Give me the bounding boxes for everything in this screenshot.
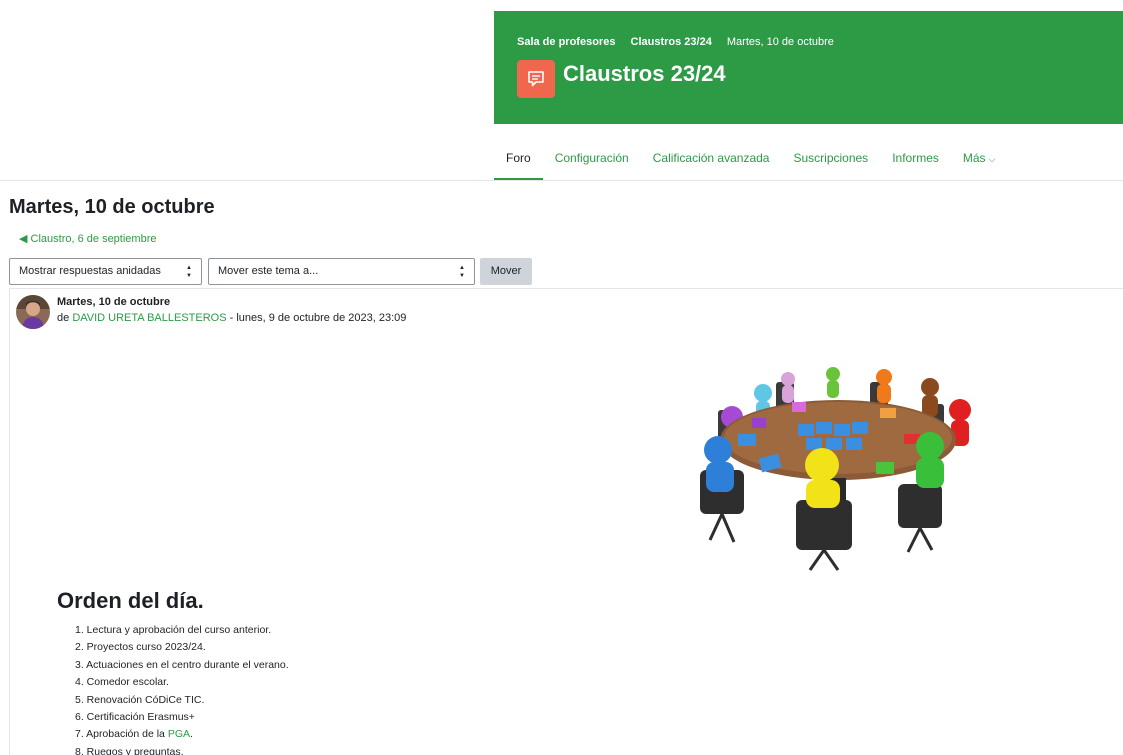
breadcrumb-item-course[interactable]: Sala de profesores: [517, 36, 615, 48]
list-item: 5. Renovación CóDiCe TIC.: [75, 693, 205, 706]
meeting-illustration: [680, 360, 990, 575]
move-discussion-select[interactable]: Mover este tema a... ▲ ▼: [208, 258, 475, 285]
tab-label: Informes: [892, 151, 939, 165]
list-item: 1. Lectura y aprobación del curso anteri…: [75, 624, 272, 636]
select-arrows-icon: ▲ ▼: [186, 265, 192, 279]
previous-discussion-link[interactable]: ◀ Claustro, 6 de septiembre: [19, 232, 156, 245]
tab-label: Calificación avanzada: [652, 151, 770, 165]
forum-icon: [517, 60, 555, 98]
byline-prefix: de: [57, 312, 70, 324]
divider: [9, 288, 1123, 289]
display-mode-select[interactable]: Mostrar respuestas anidadas ▲ ▼: [9, 258, 202, 285]
post-subject: Martes, 10 de octubre: [57, 296, 171, 308]
discussion-title: Martes, 10 de octubre: [9, 196, 215, 218]
breadcrumb: Sala de profesores Claustros 23/24 Marte…: [517, 36, 846, 48]
post-date: - lunes, 9 de octubre de 2023, 23:09: [226, 312, 407, 324]
move-button[interactable]: Mover: [480, 258, 532, 285]
agenda-heading: Orden del día.: [57, 588, 204, 613]
previous-discussion-label: Claustro, 6 de septiembre: [30, 233, 157, 245]
tab-suscripciones[interactable]: Suscripciones: [781, 138, 880, 180]
tab-configuracion[interactable]: Configuración: [543, 138, 641, 180]
secondary-navigation: Foro Configuración Calificación avanzada…: [494, 138, 1007, 180]
list-item: 7. Aprobación de la PGA.: [75, 726, 289, 743]
breadcrumb-item-forum[interactable]: Claustros 23/24: [631, 36, 712, 48]
list-item: 8. Ruegos y preguntas.: [75, 745, 184, 755]
tab-mas[interactable]: Más ⌵: [951, 138, 1008, 180]
tab-label: Configuración: [554, 151, 629, 165]
avatar[interactable]: [16, 295, 50, 329]
list-item: 2. Proyectos curso 2023/24.: [75, 641, 206, 654]
author-link[interactable]: DAVID URETA BALLESTEROS: [72, 312, 226, 324]
list-item: 4. Comedor escolar.: [75, 676, 169, 689]
breadcrumb-item-discussion: Martes, 10 de octubre: [726, 36, 834, 48]
page-title: Claustros 23/24: [563, 61, 726, 86]
chevron-down-icon: ⌵: [988, 154, 996, 164]
post-byline: de DAVID URETA BALLESTEROS - lunes, 9 de…: [57, 312, 406, 324]
divider: [9, 288, 10, 755]
tab-label: Más: [962, 151, 986, 165]
agenda-list: 1. Lectura y aprobación del curso anteri…: [75, 622, 289, 755]
page-header: Sala de profesores Claustros 23/24 Marte…: [494, 11, 1123, 124]
list-item: 6. Certificación Erasmus+: [75, 711, 195, 724]
list-item-text: .: [190, 728, 193, 741]
pga-link[interactable]: PGA: [168, 728, 190, 740]
tab-label: Foro: [506, 151, 531, 165]
caret-left-icon: ◀: [19, 233, 28, 245]
tab-label: Suscripciones: [793, 151, 869, 165]
select-arrows-icon: ▲ ▼: [459, 265, 465, 279]
tab-calificacion-avanzada[interactable]: Calificación avanzada: [641, 138, 782, 180]
move-discussion-value: Mover este tema a...: [218, 265, 319, 277]
divider: [0, 180, 1123, 181]
display-mode-value: Mostrar respuestas anidadas: [19, 265, 161, 277]
list-item-text: 7. Aprobación de la: [75, 728, 168, 741]
list-item: 3. Actuaciones en el centro durante el v…: [75, 658, 289, 671]
tab-foro[interactable]: Foro: [494, 138, 543, 180]
tab-informes[interactable]: Informes: [880, 138, 951, 180]
